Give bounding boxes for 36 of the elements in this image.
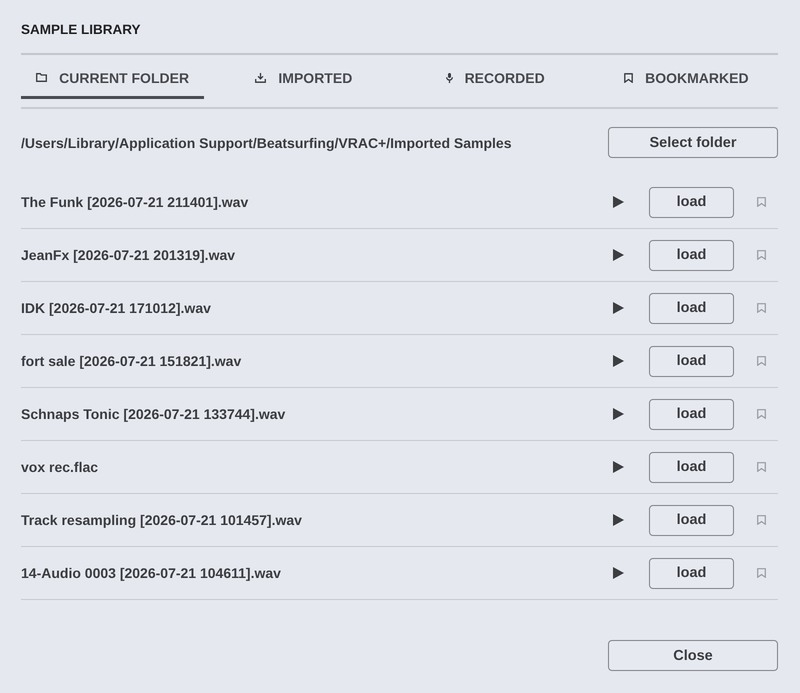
download-icon [255,72,266,82]
bookmark-icon [624,72,634,82]
load-button[interactable]: load [649,558,734,588]
sample-name: vox rec.flac [21,459,100,475]
sample-name: IDK [2026-07-21 171012].wav [21,300,212,316]
load-button[interactable]: load [649,504,734,536]
load-button[interactable]: load [649,186,734,218]
tab[interactable]: BOOKMARKED [594,55,778,99]
load-button[interactable]: load [649,452,734,482]
folder-icon [36,73,48,82]
load-button[interactable]: load [649,292,734,324]
play-icon[interactable] [613,302,624,314]
sample-name: The Funk [2026-07-21 211401].wav [21,194,250,210]
dialog-title: SAMPLE LIBRARY [21,21,141,38]
sample-name: JeanFx [2026-07-21 201319].wav [21,247,236,263]
load-button[interactable]: load [649,398,734,430]
close-button[interactable]: Close [608,640,778,671]
tab[interactable]: IMPORTED [212,55,396,99]
load-button[interactable]: load [649,240,734,270]
tab[interactable]: RECORDED [404,55,587,99]
play-icon[interactable] [613,196,624,208]
sample-name: fort sale [2026-07-21 151821].wav [21,353,242,369]
tab[interactable]: CURRENT FOLDER [21,55,204,99]
sample-name: 14-Audio 0003 [2026-07-21 104611].wav [21,565,282,581]
play-icon[interactable] [613,355,624,367]
play-icon[interactable] [613,408,624,420]
load-button[interactable]: load [649,346,734,376]
sample-name: Schnaps Tonic [2026-07-21 133744].wav [21,406,286,422]
folder-path: /Users/Library/Application Support/Beatsurfing/VRAC+/Imported Samples [21,134,512,150]
play-icon[interactable] [613,514,624,526]
play-icon[interactable] [613,249,624,261]
select-folder-button[interactable]: Select folder [608,127,778,158]
play-icon[interactable] [613,461,624,473]
sample-name: Track resampling [2026-07-21 101457].wav [21,512,303,528]
microphone-icon [446,72,453,82]
play-icon[interactable] [613,567,624,579]
